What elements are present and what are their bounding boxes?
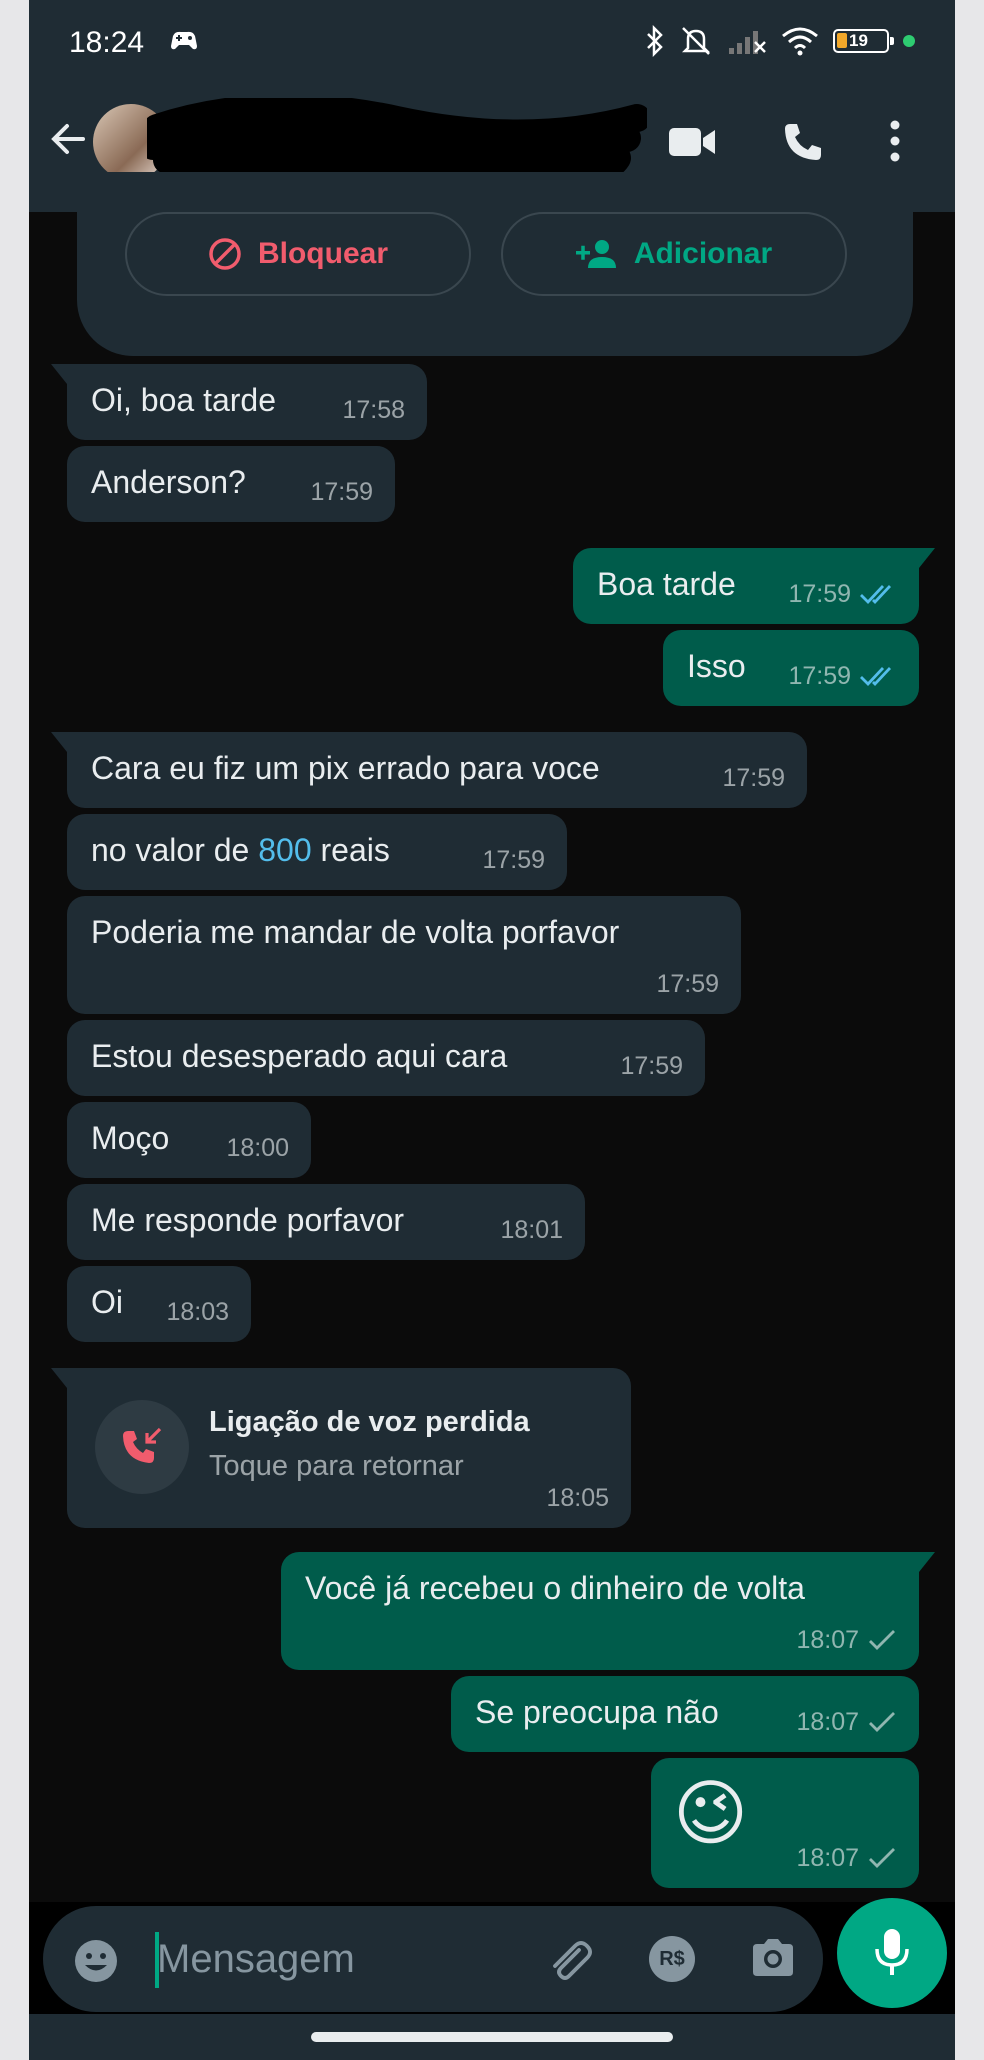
message-time: 18:01 (500, 1216, 563, 1244)
add-person-icon (575, 240, 616, 268)
bluetooth-icon (647, 25, 663, 57)
privacy-dot (903, 35, 915, 47)
message-incoming[interactable]: Poderia me mandar de volta porfavor 17:5… (67, 896, 741, 1014)
block-label: Bloquear (257, 237, 389, 270)
single-check-icon (869, 1848, 895, 1868)
message-time: 17:59 (310, 478, 373, 506)
message-meta: 18:07 (796, 1620, 897, 1660)
battery-indicator: 19 (833, 29, 894, 53)
more-options-icon[interactable] (885, 116, 905, 166)
message-text: no valor de 800 reais (91, 830, 390, 870)
phone-screen: 18:24 19 por último hoje às 18:05 (29, 0, 955, 2060)
message-outgoing[interactable]: Isso 17:59 (663, 630, 919, 706)
message-meta: 17:59 (788, 656, 897, 696)
payment-button[interactable]: R$ (649, 1936, 695, 1982)
unknown-contact-card: Bloquear Adicionar (77, 172, 913, 356)
microphone-button[interactable] (837, 1898, 947, 2008)
message-text-part: no valor de (91, 832, 259, 868)
muted-bell-icon (681, 27, 711, 55)
message-incoming[interactable]: Oi 18:03 (67, 1266, 251, 1342)
message-input[interactable] (157, 1928, 517, 1990)
camera-icon[interactable] (749, 1936, 797, 1980)
single-check-icon (869, 1630, 895, 1650)
message-time: 18:07 (796, 1626, 859, 1654)
message-meta: 18:07 (796, 1838, 897, 1878)
message-text: Boa tarde (597, 566, 736, 602)
message-composer: R$ (29, 1898, 955, 2014)
message-incoming[interactable]: Anderson? 17:59 (67, 446, 395, 522)
block-icon (209, 238, 241, 270)
message-text: Anderson? (91, 464, 246, 500)
message-outgoing[interactable]: Boa tarde 17:59 (573, 548, 935, 624)
message-text: Me responde porfavor (91, 1202, 405, 1238)
message-time: 18:00 (226, 1134, 289, 1162)
message-outgoing-emoji[interactable]: 😉 18:07 (651, 1758, 919, 1888)
double-check-read-icon (860, 667, 892, 687)
message-incoming[interactable]: Moço 18:00 (67, 1102, 311, 1178)
composer-pill: R$ (43, 1906, 823, 2012)
message-text: Isso (687, 648, 746, 684)
message-incoming[interactable]: Cara eu fiz um pix errado para voce 17:5… (51, 732, 807, 808)
voice-call-icon[interactable] (781, 120, 825, 164)
message-time: 18:05 (546, 1484, 609, 1512)
back-arrow-icon[interactable] (47, 118, 89, 160)
system-nav-bar (29, 2014, 955, 2060)
message-time: 18:07 (796, 1708, 859, 1736)
missed-call-subtitle: Toque para retornar (209, 1450, 464, 1482)
block-button[interactable]: Bloquear (125, 212, 471, 296)
attach-clip-icon[interactable] (545, 1936, 593, 1984)
message-meta: 17:59 (788, 574, 897, 614)
message-incoming[interactable]: no valor de 800 reais 17:59 (67, 814, 567, 890)
video-call-icon[interactable] (667, 122, 717, 162)
message-text: Poderia me mandar de volta porfavor (91, 914, 620, 950)
message-text: Você já recebeu o dinheiro de volta (305, 1570, 805, 1606)
home-indicator[interactable] (311, 2032, 673, 2042)
status-icons: 19 (645, 24, 915, 58)
message-text: Oi, boa tarde (91, 382, 276, 418)
message-time: 17:59 (788, 580, 851, 608)
message-text: Moço (91, 1120, 170, 1156)
message-text: Se preocupa não (475, 1694, 719, 1730)
emoji-icon[interactable] (73, 1938, 119, 1984)
message-text-part: reais (311, 832, 390, 868)
message-time: 17:59 (788, 662, 851, 690)
missed-call-title: Ligação de voz perdida (209, 1406, 530, 1438)
message-time: 17:58 (342, 396, 405, 424)
wifi-icon (782, 27, 818, 56)
add-label: Adicionar (633, 237, 773, 270)
message-outgoing[interactable]: Você já recebeu o dinheiro de volta 18:0… (281, 1552, 935, 1670)
missed-call-bubble[interactable]: Ligação de voz perdida Toque para retorn… (51, 1368, 631, 1528)
message-outgoing[interactable]: Se preocupa não 18:07 (451, 1676, 919, 1752)
microphone-icon (875, 1929, 909, 1975)
message-text: Cara eu fiz um pix errado para voce (91, 750, 600, 786)
signal-off-icon (729, 31, 766, 54)
message-incoming[interactable]: Oi, boa tarde 17:58 (51, 364, 427, 440)
message-incoming[interactable]: Me responde porfavor 18:01 (67, 1184, 585, 1260)
message-time: 18:07 (796, 1844, 859, 1872)
missed-call-icon-wrap (95, 1400, 189, 1494)
winking-face-emoji: 😉 (673, 1774, 749, 1854)
message-text: Oi (91, 1284, 123, 1320)
message-incoming[interactable]: Estou desesperado aqui cara 17:59 (67, 1020, 705, 1096)
single-check-icon (869, 1712, 895, 1732)
game-controller-icon (171, 31, 197, 50)
phone-number-link[interactable]: 800 (258, 832, 311, 868)
message-time: 17:59 (482, 846, 545, 874)
chat-area[interactable]: Bloquear Adicionar Oi, boa tarde 17:58 A… (29, 172, 955, 1902)
battery-level: 19 (849, 31, 868, 50)
missed-call-icon (123, 1427, 162, 1463)
message-time: 17:59 (620, 1052, 683, 1080)
status-time: 18:24 (69, 26, 145, 59)
status-bar: 18:24 19 (29, 0, 955, 88)
message-time: 17:59 (656, 970, 719, 998)
message-meta: 18:07 (796, 1702, 897, 1742)
message-text: Estou desesperado aqui cara (91, 1038, 508, 1074)
double-check-read-icon (860, 585, 892, 605)
message-time: 17:59 (722, 764, 785, 792)
add-contact-button[interactable]: Adicionar (501, 212, 847, 296)
message-time: 18:03 (166, 1298, 229, 1326)
